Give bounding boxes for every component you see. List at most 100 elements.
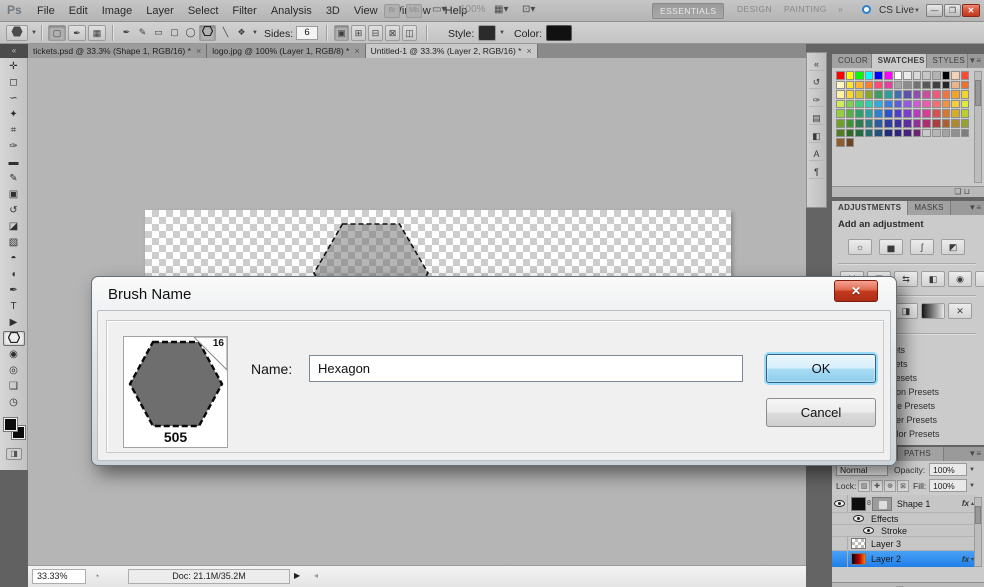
swatch-color-95[interactable] bbox=[931, 128, 941, 138]
line-tool-icon[interactable]: ╲ bbox=[218, 25, 233, 41]
doc-size-indicator[interactable]: Doc: 21.1M/35.2M bbox=[128, 569, 290, 584]
shape-layers-mode-icon[interactable]: ▢ bbox=[48, 25, 66, 41]
swatch-color-33[interactable] bbox=[874, 90, 883, 99]
tab-close-icon[interactable]: × bbox=[196, 46, 201, 56]
panel-menu-icon[interactable]: ▼≡ bbox=[968, 54, 984, 68]
swatch-color-57[interactable] bbox=[836, 109, 845, 118]
swatch-color-43[interactable] bbox=[836, 99, 845, 109]
pen-tool[interactable]: ✒ bbox=[3, 283, 25, 298]
swatches-scrollbar[interactable] bbox=[974, 71, 982, 183]
scrollbar-thumb[interactable] bbox=[975, 506, 981, 524]
swatch-color-13[interactable] bbox=[951, 71, 960, 80]
info-panel-icon[interactable]: ◧ bbox=[809, 129, 824, 143]
workspace-design[interactable]: DESIGN bbox=[737, 4, 772, 14]
tab-styles[interactable]: STYLES bbox=[926, 54, 969, 68]
swatch-color-63[interactable] bbox=[893, 109, 903, 118]
arrange-documents-icon[interactable]: ▦▾ bbox=[494, 4, 508, 15]
swatch-color-44[interactable] bbox=[845, 99, 855, 109]
threshold-icon[interactable]: ◨ bbox=[894, 303, 918, 319]
rectangle-tool-icon[interactable]: ▭ bbox=[151, 25, 166, 41]
exposure-icon[interactable]: ◩ bbox=[941, 239, 965, 255]
swatch-color-59[interactable] bbox=[855, 109, 864, 118]
swatch-color-38[interactable] bbox=[922, 90, 931, 99]
swatch-color-47[interactable] bbox=[874, 99, 883, 109]
shape-tools-caret-icon[interactable]: ▼ bbox=[252, 30, 258, 36]
exclude-shape-icon[interactable]: ⊠ bbox=[385, 25, 400, 41]
paths-mode-icon[interactable]: ✒ bbox=[68, 25, 86, 41]
combine-shape-icon[interactable]: ◫ bbox=[402, 25, 417, 41]
levels-icon[interactable]: ▅ bbox=[879, 239, 903, 255]
ellipse-tool-icon[interactable]: ◯ bbox=[183, 25, 198, 41]
tab-close-icon[interactable]: × bbox=[526, 46, 531, 56]
swatch-color-9[interactable] bbox=[912, 71, 922, 80]
opacity-value[interactable]: 100% bbox=[929, 463, 967, 476]
panel-menu-icon[interactable]: ▼≡ bbox=[968, 201, 984, 215]
swatch-color-70[interactable] bbox=[960, 109, 970, 118]
gradient-tool[interactable]: ▧ bbox=[3, 235, 25, 250]
brightness-contrast-icon[interactable]: ☼ bbox=[848, 239, 872, 255]
swatch-color-41[interactable] bbox=[951, 90, 960, 99]
new-swatch-icon[interactable]: ❏ ⊔ bbox=[954, 187, 970, 196]
rounded-rectangle-tool-icon[interactable]: ▢ bbox=[167, 25, 182, 41]
gradient-map-icon[interactable] bbox=[921, 303, 945, 319]
swatch-color-85[interactable] bbox=[836, 128, 845, 138]
swatch-color-77[interactable] bbox=[893, 118, 903, 128]
status-menu-arrow-icon[interactable]: ▶ bbox=[294, 571, 300, 580]
polygon-tool-icon[interactable] bbox=[199, 25, 216, 41]
eraser-tool[interactable]: ◪ bbox=[3, 219, 25, 234]
swatch-color-92[interactable] bbox=[903, 128, 912, 138]
swatch-color-64[interactable] bbox=[903, 109, 912, 118]
tab-color[interactable]: COLOR bbox=[832, 54, 872, 68]
swatch-color-28[interactable] bbox=[960, 80, 970, 90]
tool-preset-caret-icon[interactable]: ▼ bbox=[31, 30, 37, 36]
zoom-tool[interactable]: ◷ bbox=[3, 395, 25, 410]
swatch-color-97[interactable] bbox=[951, 128, 960, 138]
swatch-color-50[interactable] bbox=[903, 99, 912, 109]
crop-tool[interactable]: ⌗ bbox=[3, 123, 25, 138]
dodge-tool[interactable]: ◖ bbox=[3, 267, 25, 282]
sides-input[interactable]: 6 bbox=[296, 26, 318, 40]
swatch-color-93[interactable] bbox=[912, 128, 922, 138]
quick-selection-tool[interactable]: ✦ bbox=[3, 107, 25, 122]
toolbox-collapse-header[interactable]: « bbox=[0, 44, 28, 58]
menu-item-edit[interactable]: Edit bbox=[62, 0, 95, 22]
tab-swatches[interactable]: SWATCHES bbox=[871, 54, 927, 68]
swatch-color-94[interactable] bbox=[922, 128, 931, 138]
brush-presets-panel-icon[interactable]: ✑ bbox=[809, 93, 824, 107]
screen-mode-icon[interactable]: ⊡▾ bbox=[522, 4, 535, 15]
swatch-color-56[interactable] bbox=[960, 99, 970, 109]
style-caret-icon[interactable]: ▼ bbox=[499, 30, 505, 36]
swatch-color-88[interactable] bbox=[864, 128, 874, 138]
swatch-color-61[interactable] bbox=[874, 109, 883, 118]
foreground-color-swatch[interactable] bbox=[3, 417, 18, 432]
swatch-color-11[interactable] bbox=[931, 71, 941, 80]
lasso-tool[interactable]: ∽ bbox=[3, 91, 25, 106]
history-brush-tool[interactable]: ↺ bbox=[3, 203, 25, 218]
panel-menu-icon[interactable]: ▼≡ bbox=[968, 447, 984, 461]
swatch-color-72[interactable] bbox=[845, 118, 855, 128]
color-swatch[interactable] bbox=[546, 25, 572, 41]
swatch-color-79[interactable] bbox=[912, 118, 922, 128]
swatch-color-37[interactable] bbox=[912, 90, 922, 99]
swatch-color-39[interactable] bbox=[931, 90, 941, 99]
layers-scrollbar[interactable] bbox=[974, 497, 982, 567]
blur-tool[interactable]: ◓ bbox=[3, 251, 25, 266]
document-tab-3[interactable]: Untitled-1 @ 33.3% (Layer 2, RGB/16) * × bbox=[365, 44, 538, 58]
swatch-color-81[interactable] bbox=[931, 118, 941, 128]
swatch-color-17[interactable] bbox=[855, 80, 864, 90]
tab-close-icon[interactable]: × bbox=[354, 46, 359, 56]
swatch-color-2[interactable] bbox=[845, 71, 855, 80]
swatch-color-23[interactable] bbox=[912, 80, 922, 90]
tab-paths[interactable]: PATHS bbox=[898, 447, 944, 461]
swatch-color-78[interactable] bbox=[903, 118, 912, 128]
3d-rotate-tool[interactable]: ◉ bbox=[3, 347, 25, 362]
menu-item-3d[interactable]: 3D bbox=[319, 0, 347, 22]
ok-button[interactable]: OK bbox=[766, 354, 876, 383]
swatch-color-60[interactable] bbox=[864, 109, 874, 118]
swatch-color-74[interactable] bbox=[864, 118, 874, 128]
swatch-color-71[interactable] bbox=[836, 118, 845, 128]
add-shape-icon[interactable]: ▣ bbox=[334, 25, 349, 41]
pen-tool-icon[interactable]: ✒ bbox=[119, 25, 134, 41]
style-swatch[interactable] bbox=[478, 25, 496, 41]
visibility-toggle[interactable] bbox=[850, 513, 866, 524]
